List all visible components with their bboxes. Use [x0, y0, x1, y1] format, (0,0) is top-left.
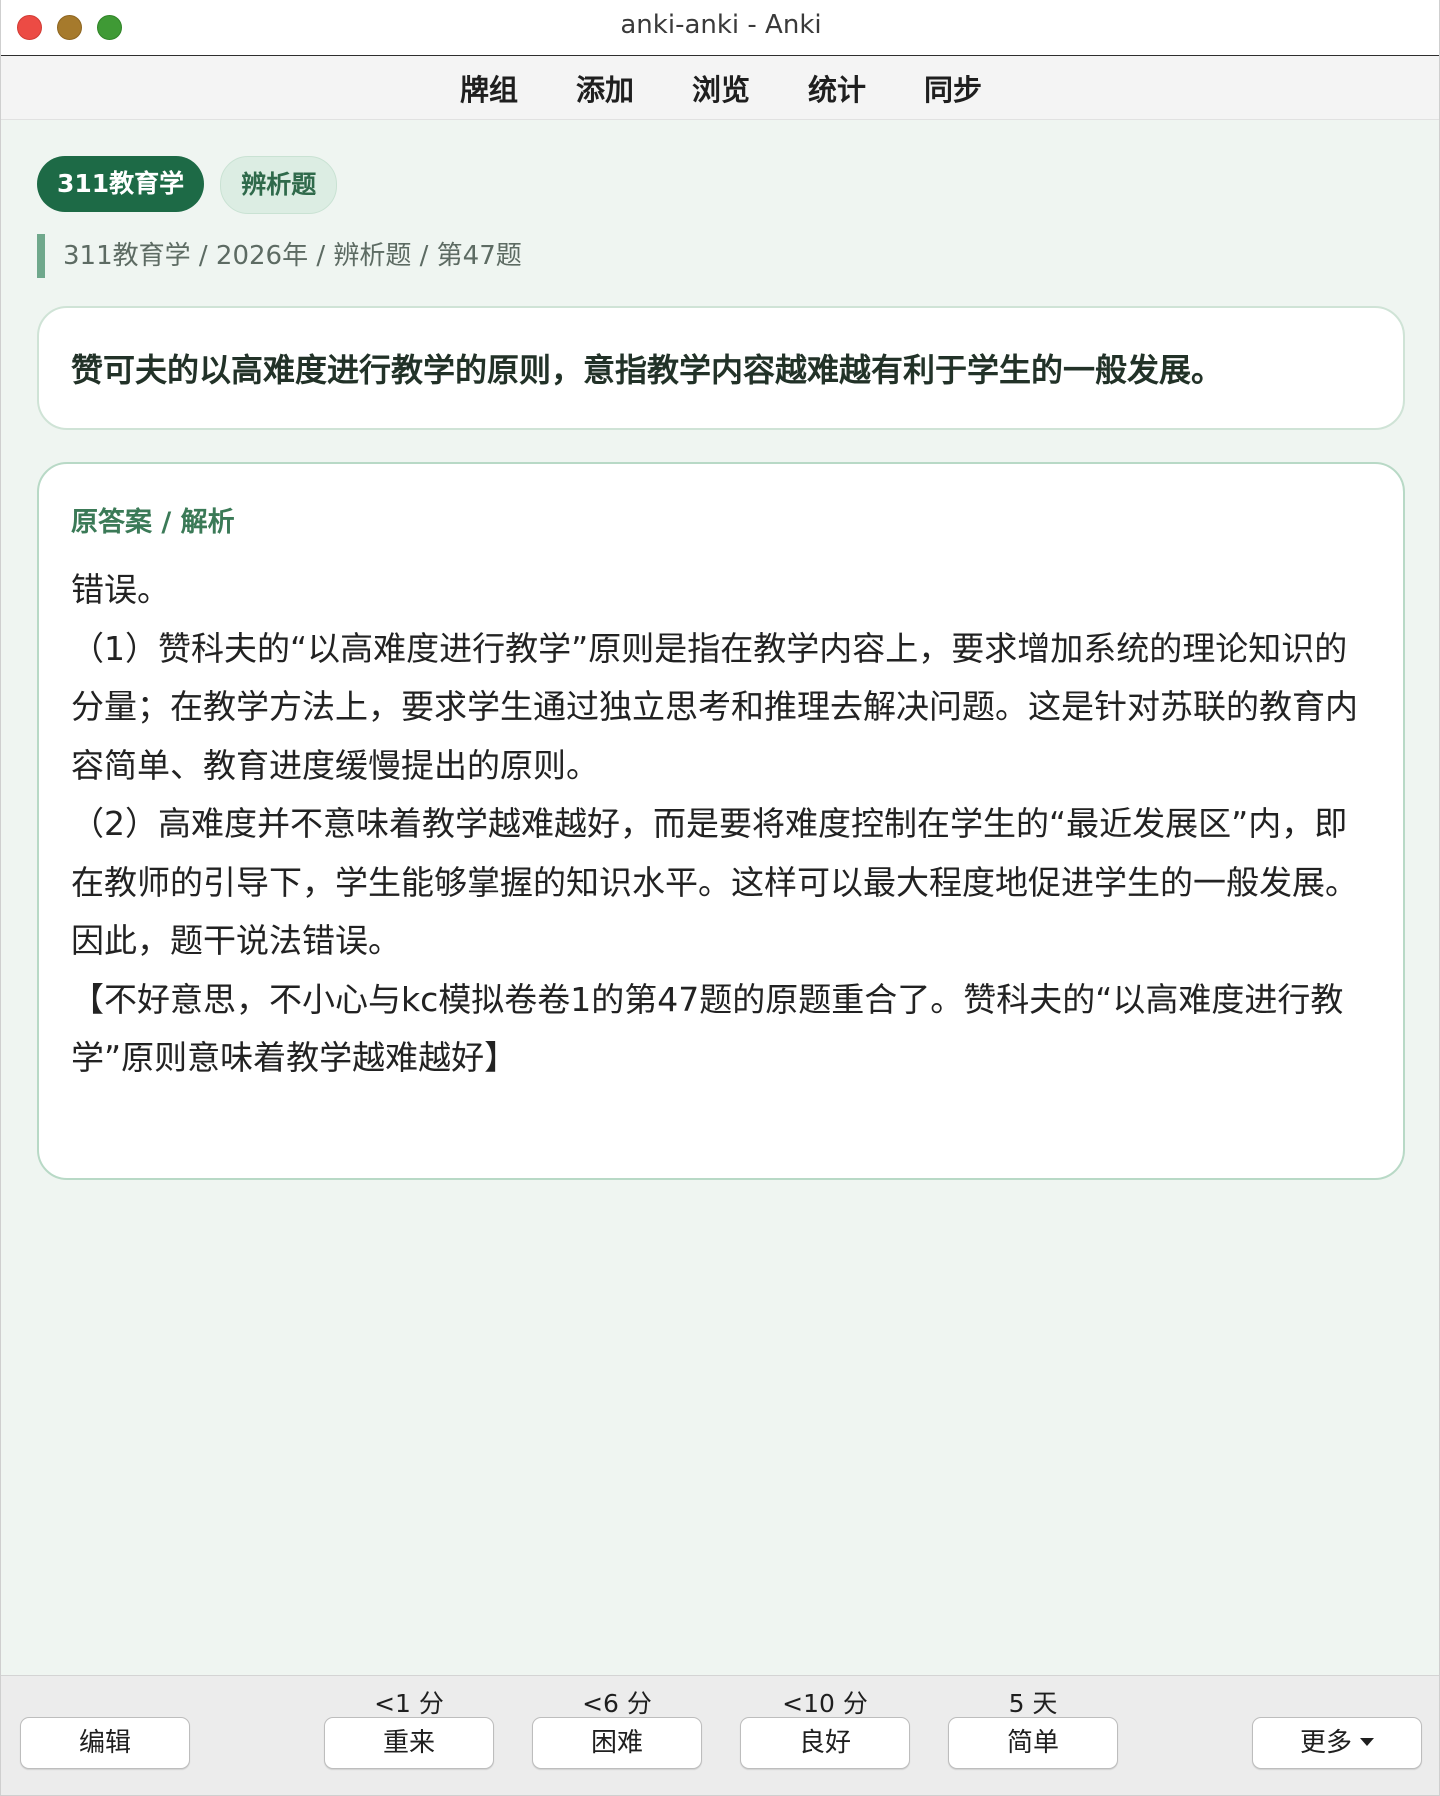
answer-paragraph: 错误。	[71, 570, 170, 609]
toolbar-stats[interactable]: 统计	[779, 67, 895, 109]
title-bar: anki-anki - Anki	[1, 0, 1439, 56]
anki-window: anki-anki - Anki 牌组 添加 浏览 统计 同步 311教育学 辨…	[0, 0, 1440, 1796]
toolbar-browse[interactable]: 浏览	[663, 67, 779, 109]
card-tags: 311教育学 辨析题	[37, 156, 338, 214]
hard-interval: <6 分	[582, 1689, 652, 1718]
edit-button[interactable]: 编辑	[20, 1717, 190, 1769]
answer-card: 原答案 / 解析 错误。 （1）赞科夫的“以高难度进行教学”原则是指在教学内容上…	[37, 462, 1405, 1180]
easy-button[interactable]: 简单	[948, 1717, 1118, 1769]
answer-paragraph: （1）赞科夫的“以高难度进行教学”原则是指在教学内容上，要求增加系统的理论知识的…	[71, 628, 1358, 785]
again-interval: <1 分	[374, 1689, 444, 1718]
window-title: anki-anki - Anki	[620, 10, 822, 40]
hard-button[interactable]: 困难	[532, 1717, 702, 1769]
breadcrumb: 311教育学 / 2026年 / 辨析题 / 第47题	[37, 234, 522, 278]
main-toolbar: 牌组 添加 浏览 统计 同步	[1, 56, 1439, 120]
card-review-area: 311教育学 辨析题 311教育学 / 2026年 / 辨析题 / 第47题 赞…	[1, 120, 1439, 1675]
good-interval: <10 分	[782, 1689, 868, 1718]
toolbar-sync[interactable]: 同步	[895, 67, 1011, 109]
review-bottom-bar: 编辑 <1 分 重来 <6 分 困难 <10 分 良好 5 天 简单 更多	[1, 1675, 1439, 1795]
good-button[interactable]: 良好	[740, 1717, 910, 1769]
tag-subject: 311教育学	[37, 156, 205, 212]
again-button[interactable]: 重来	[324, 1717, 494, 1769]
more-button-label: 更多	[1299, 1728, 1352, 1758]
answer-heading: 原答案 / 解析	[71, 507, 235, 538]
question-card: 赞可夫的以高难度进行教学的原则，意指教学内容越难越有利于学生的一般发展。	[37, 306, 1405, 430]
more-button[interactable]: 更多	[1252, 1717, 1422, 1769]
toolbar-decks[interactable]: 牌组	[431, 67, 547, 109]
answer-paragraph: （2）高难度并不意味着教学越难越好，而是要将难度控制在学生的“最近发展区”内，即…	[71, 804, 1358, 902]
tag-question-type: 辨析题	[220, 156, 338, 214]
chevron-down-icon	[1360, 1738, 1374, 1746]
answer-body: 错误。 （1）赞科夫的“以高难度进行教学”原则是指在教学内容上，要求增加系统的理…	[71, 561, 1371, 1088]
easy-interval: 5 天	[1008, 1689, 1058, 1718]
toolbar-add[interactable]: 添加	[547, 67, 663, 109]
answer-paragraph: 因此，题干说法错误。	[71, 921, 401, 960]
question-text: 赞可夫的以高难度进行教学的原则，意指教学内容越难越有利于学生的一般发展。	[71, 351, 1224, 389]
answer-paragraph: 【不好意思，不小心与kc模拟卷卷1的第47题的原题重合了。赞科夫的“以高难度进行…	[71, 979, 1344, 1078]
